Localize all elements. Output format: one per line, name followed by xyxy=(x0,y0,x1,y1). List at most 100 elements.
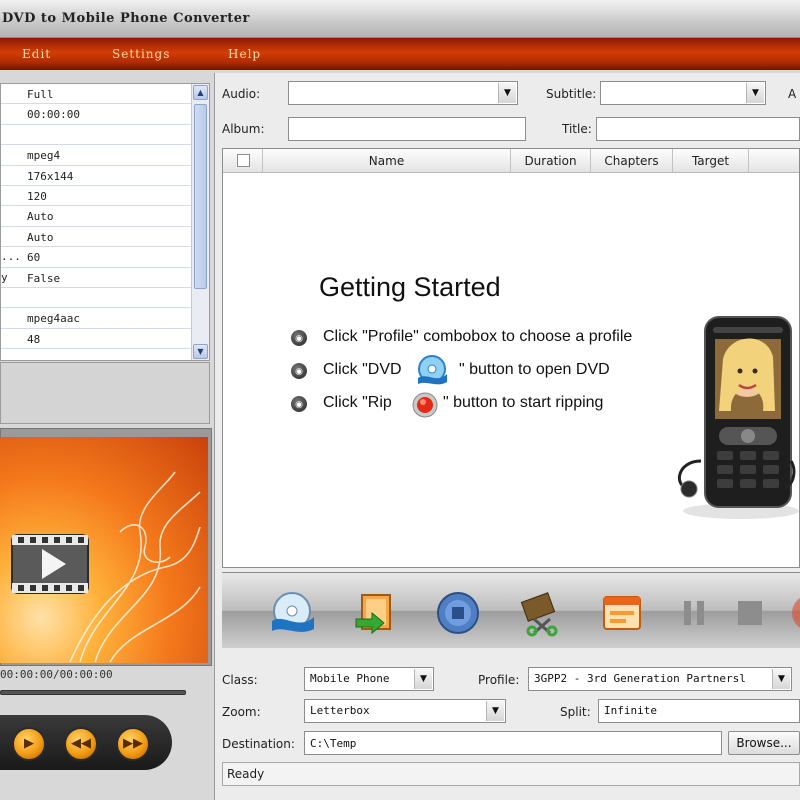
property-row[interactable]: mpeg4aac xyxy=(1,308,191,329)
class-value: Mobile Phone xyxy=(310,672,390,685)
property-key: y xyxy=(1,270,8,284)
property-key: ... xyxy=(1,250,21,264)
next-button[interactable]: ▶▶ xyxy=(116,727,150,761)
property-value: False xyxy=(27,271,61,285)
subtitle-combobox[interactable]: ▼ xyxy=(600,81,766,105)
title-list[interactable]: Name Duration Chapters Target Getting St… xyxy=(222,148,800,568)
browse-button[interactable]: Browse... xyxy=(728,731,800,755)
audio-label: Audio: xyxy=(222,87,261,101)
scroll-up-icon[interactable]: ▲ xyxy=(193,85,208,100)
property-row[interactable]: Full xyxy=(1,84,191,105)
property-row[interactable]: 120 xyxy=(1,186,191,207)
split-combobox[interactable]: Infinite xyxy=(598,699,800,723)
rip-record-icon xyxy=(412,392,438,418)
property-row[interactable]: ... 60 xyxy=(1,247,191,268)
player-controls: ▶ ◀◀ ▶▶ xyxy=(0,715,172,770)
property-row[interactable]: Auto xyxy=(1,206,191,227)
rip-icon[interactable] xyxy=(786,589,800,637)
property-value: mpeg4 xyxy=(27,149,61,163)
chevron-down-icon[interactable]: ▼ xyxy=(498,83,516,103)
split-label: Split: xyxy=(560,705,591,719)
getting-started-title: Getting Started xyxy=(319,272,501,302)
title-field[interactable] xyxy=(596,117,800,141)
step-bullet-icon: ◉ xyxy=(291,330,307,346)
scroll-thumb[interactable] xyxy=(194,104,207,289)
property-value: 48 xyxy=(27,332,41,346)
window-title: DVD to Mobile Phone Converter xyxy=(2,11,250,26)
mobile-phone-image xyxy=(678,316,799,519)
property-row[interactable]: Auto xyxy=(1,227,191,248)
album-field[interactable] xyxy=(288,117,526,141)
properties-list[interactable]: Full 00:00:00 mpeg4 176x144 120 Auto Auto... 60… xyxy=(0,83,210,361)
column-chapters[interactable]: Chapters xyxy=(591,149,673,173)
open-folder-icon[interactable] xyxy=(352,589,400,637)
property-row[interactable]: 176x144 xyxy=(1,166,191,186)
menu-edit[interactable]: Edit xyxy=(22,47,51,61)
property-row[interactable]: 00:00:00 xyxy=(1,104,191,125)
destination-input[interactable] xyxy=(305,732,721,754)
property-value: 00:00:00 xyxy=(27,108,80,122)
class-label: Class: xyxy=(222,673,258,687)
step-bullet-icon: ◉ xyxy=(291,363,307,379)
zoom-value: Letterbox xyxy=(310,704,370,717)
column-target[interactable]: Target xyxy=(673,149,749,173)
column-name[interactable]: Name xyxy=(263,149,511,173)
chevron-down-icon[interactable]: ▼ xyxy=(486,701,504,721)
seek-bar[interactable] xyxy=(0,690,186,695)
audio-combobox[interactable]: ▼ xyxy=(288,81,518,105)
preview-timecode: 00:00:00/00:00:00 xyxy=(0,668,113,681)
property-value: 60 xyxy=(27,251,41,265)
properties-rows: Full 00:00:00 mpeg4 176x144 120 Auto Auto... 60… xyxy=(1,84,191,350)
album-input[interactable] xyxy=(289,118,525,140)
title-bar: DVD to Mobile Phone Converter xyxy=(0,0,800,38)
property-row[interactable]: 48 xyxy=(1,329,191,350)
chevron-down-icon[interactable]: ▼ xyxy=(746,83,764,103)
title-label: Title: xyxy=(562,122,592,136)
album-label: Album: xyxy=(222,122,265,136)
profile-combobox[interactable]: 3GPP2 - 3rd Generation Partnersl ▼ xyxy=(528,667,792,691)
subtitle-label: Subtitle: xyxy=(546,87,597,101)
status-bar: Ready xyxy=(222,762,800,786)
description-panel xyxy=(0,362,210,424)
settings-window-icon[interactable] xyxy=(598,589,646,637)
class-combobox[interactable]: Mobile Phone ▼ xyxy=(304,667,434,691)
play-button[interactable]: ▶ xyxy=(12,727,46,761)
property-row[interactable] xyxy=(1,125,191,146)
menu-settings[interactable]: Settings xyxy=(112,47,170,61)
scroll-down-icon[interactable]: ▼ xyxy=(193,344,208,359)
stop-icon[interactable] xyxy=(434,589,482,637)
property-row[interactable]: mpeg4 xyxy=(1,145,191,166)
next-icon: ▶▶ xyxy=(123,736,143,751)
status-text: Ready xyxy=(227,767,265,781)
step-bullet-icon: ◉ xyxy=(291,396,307,412)
zoom-label: Zoom: xyxy=(222,705,261,719)
property-row[interactable]: y False xyxy=(1,268,191,288)
chevron-down-icon[interactable]: ▼ xyxy=(414,669,432,689)
select-all-checkbox[interactable] xyxy=(237,154,250,167)
step-2-text-end: " button to open DVD xyxy=(459,361,610,378)
step-1-text: Click "Profile" combobox to choose a pro… xyxy=(323,328,633,345)
property-row[interactable] xyxy=(1,288,191,309)
clip-icon[interactable] xyxy=(516,589,564,637)
menu-help[interactable]: Help xyxy=(228,47,261,61)
menu-bar: Edit Settings Help xyxy=(0,38,800,70)
properties-scrollbar[interactable]: ▲ ▼ xyxy=(191,84,209,360)
list-header: Name Duration Chapters Target xyxy=(223,149,799,173)
profile-label: Profile: xyxy=(478,673,520,687)
zoom-combobox[interactable]: Letterbox ▼ xyxy=(304,699,506,723)
property-value: Auto xyxy=(27,210,54,224)
previous-button[interactable]: ◀◀ xyxy=(64,727,98,761)
column-duration[interactable]: Duration xyxy=(511,149,591,173)
angle-label: A xyxy=(788,87,797,101)
title-input[interactable] xyxy=(597,118,799,140)
property-value: Auto xyxy=(27,230,54,244)
step-3-text-end: " button to start ripping xyxy=(443,394,604,411)
pause-icon[interactable] xyxy=(670,589,718,637)
profile-value: 3GPP2 - 3rd Generation Partnersl xyxy=(534,672,746,685)
property-value: Full xyxy=(27,88,54,101)
open-dvd-icon[interactable] xyxy=(268,589,316,637)
select-all-column xyxy=(223,149,263,173)
destination-field[interactable] xyxy=(304,731,722,755)
chevron-down-icon[interactable]: ▼ xyxy=(772,669,790,689)
stop-square-icon[interactable] xyxy=(726,589,774,637)
